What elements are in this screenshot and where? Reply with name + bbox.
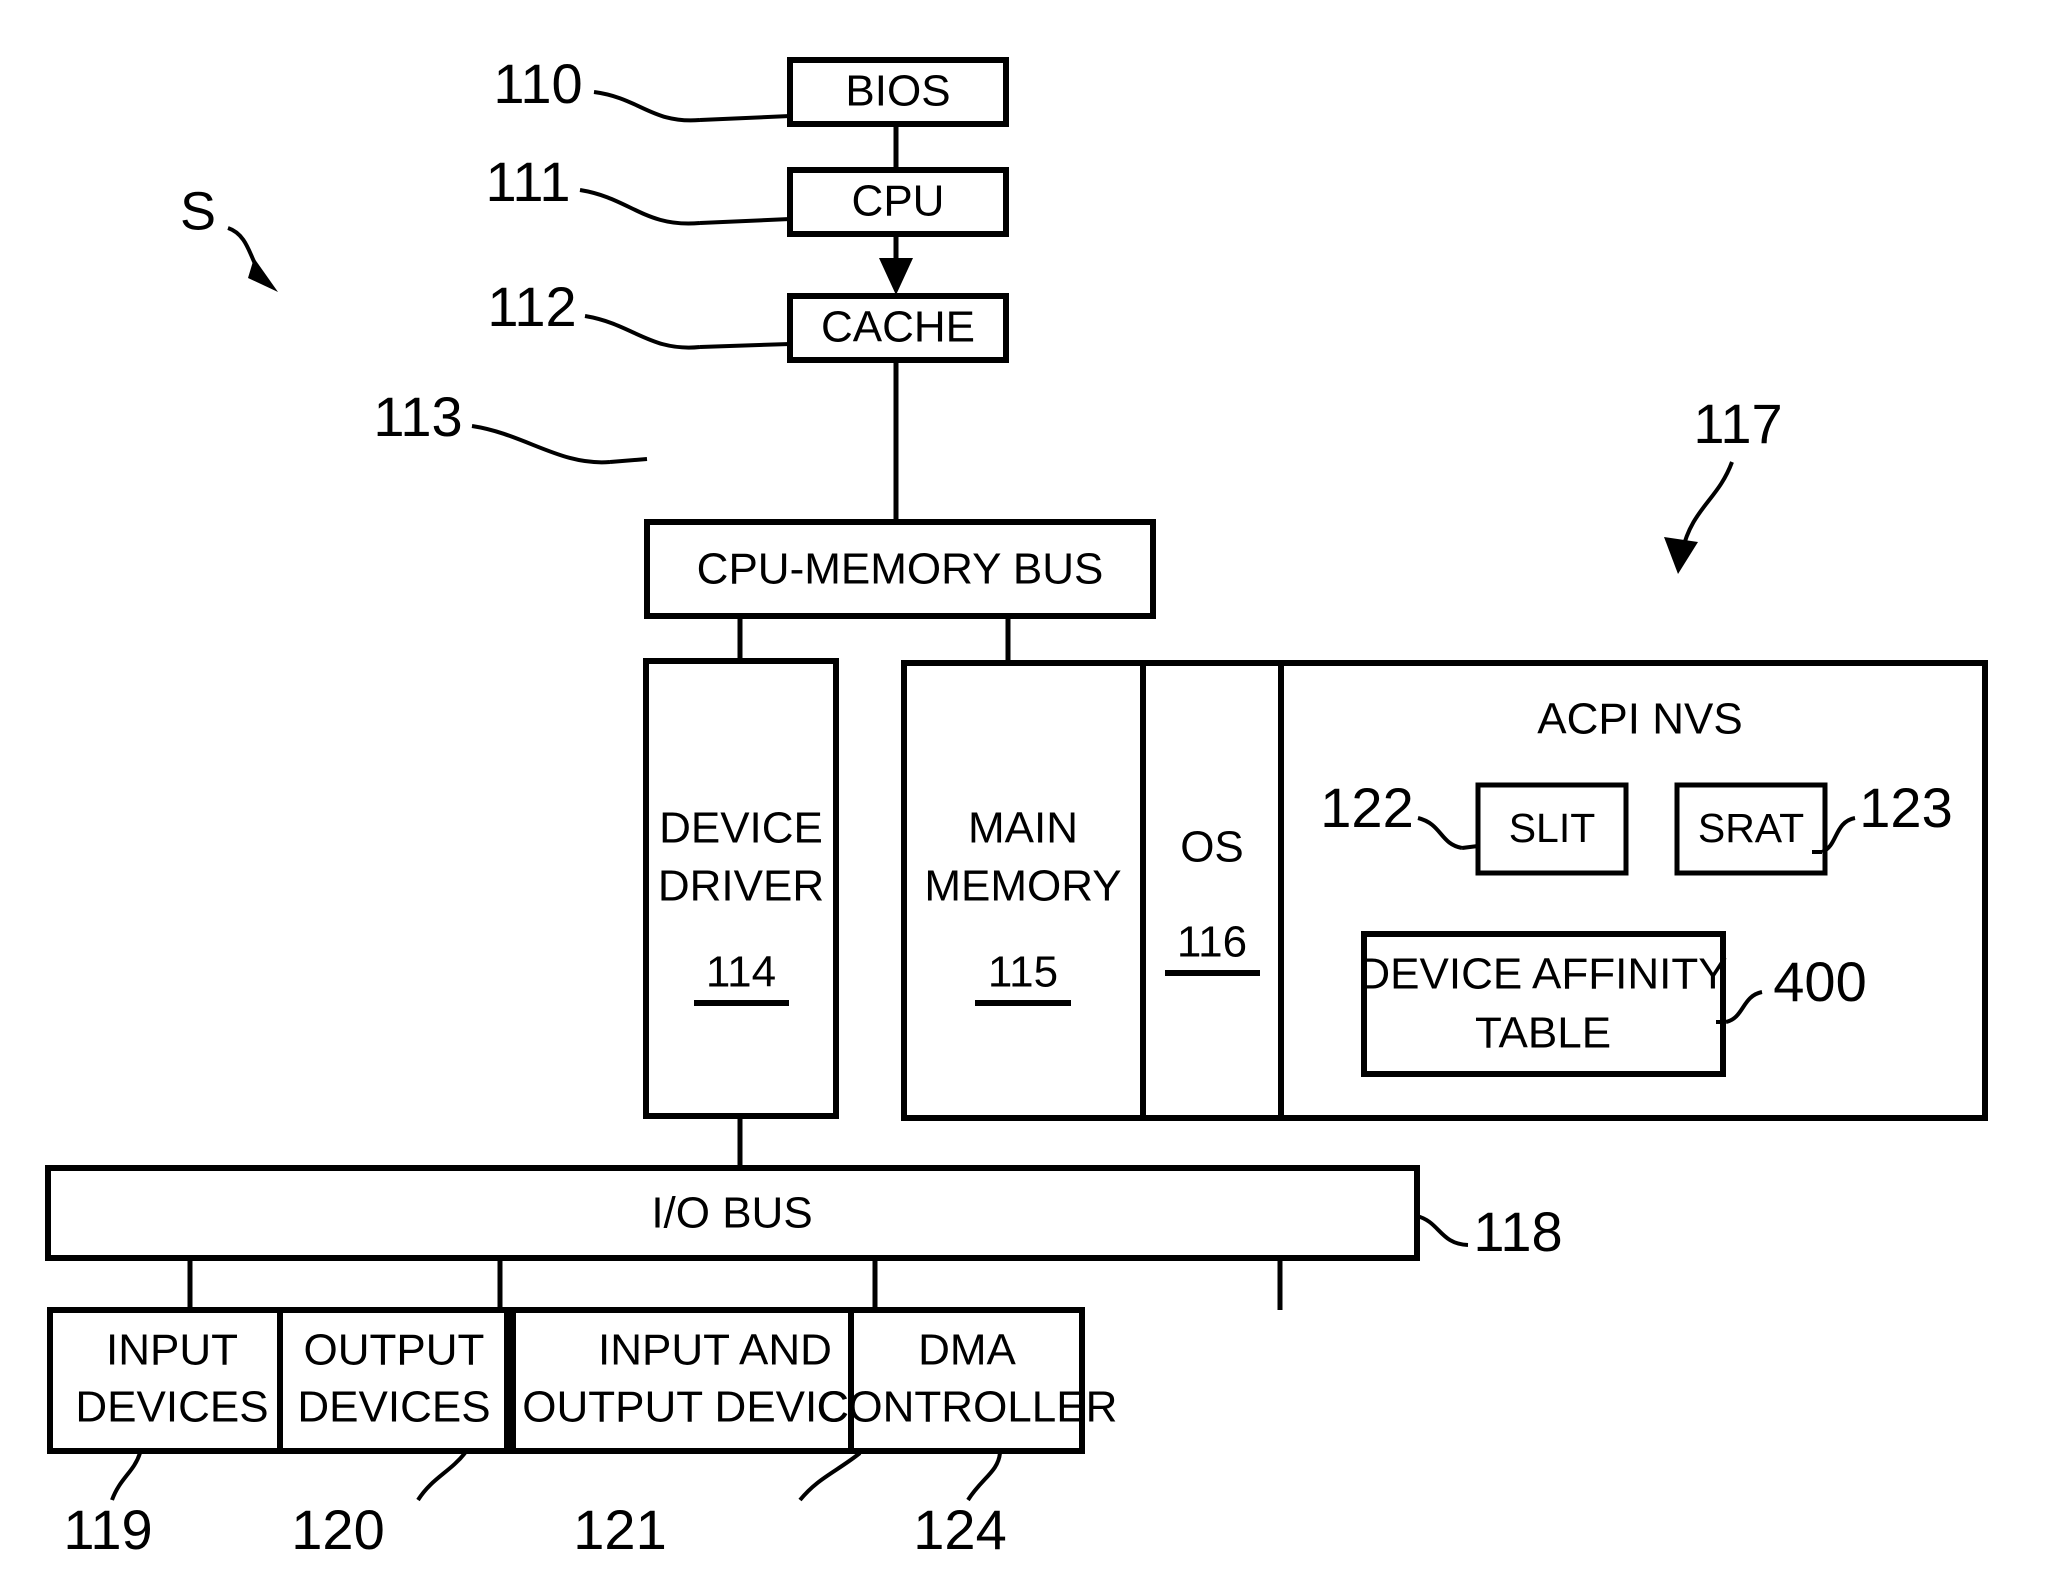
ref-117: 117	[1693, 392, 1782, 455]
leader-118	[1416, 1214, 1469, 1247]
leader-111	[579, 188, 701, 226]
os-ref: 116	[1177, 918, 1247, 967]
io-bus-block[interactable]: I/O BUS	[45, 1165, 1420, 1261]
arrowhead-cpu-to-cache	[879, 258, 913, 295]
leader-121	[798, 1451, 862, 1502]
leader-119	[110, 1452, 142, 1501]
patent-figure-canvas: BIOS CPU CACHE CPU-MEMORY BUS DEVICE DRI…	[0, 0, 2054, 1593]
ref-400: 400	[1773, 950, 1866, 1013]
output-devices-label-line2: DEVICES	[297, 1383, 490, 1432]
leader-111-tick	[699, 217, 791, 225]
device-driver-label-line2: DRIVER	[658, 862, 824, 911]
leader-124	[966, 1452, 1002, 1502]
leader-113	[471, 424, 611, 465]
bottom-devices-group: INPUT DEVICES OUTPUT DEVICES INPUT AND O…	[47, 1307, 1118, 1454]
ref-113: 113	[373, 385, 462, 448]
system-marker-arrowhead	[248, 258, 278, 292]
bios-label: BIOS	[845, 67, 950, 116]
cpu-label: CPU	[852, 177, 945, 226]
device-driver-ref: 114	[706, 948, 776, 997]
main-memory-label-line2: MEMORY	[924, 862, 1121, 911]
main-memory-ref: 115	[988, 948, 1058, 997]
input-devices-label-line1: INPUT	[106, 1326, 238, 1375]
ref-112: 112	[487, 275, 576, 338]
leader-120	[416, 1451, 467, 1502]
main-memory-label-line1: MAIN	[968, 804, 1078, 853]
input-devices-block[interactable]: INPUT DEVICES	[47, 1307, 296, 1454]
slit-label: SLIT	[1509, 805, 1596, 851]
cache-block[interactable]: CACHE	[787, 293, 1009, 363]
ref-124: 124	[913, 1498, 1006, 1561]
bios-block[interactable]: BIOS	[787, 57, 1009, 127]
cpu-block[interactable]: CPU	[787, 167, 1009, 237]
leader-117	[1680, 461, 1734, 553]
leader-110	[593, 90, 701, 123]
output-devices-block[interactable]: OUTPUT DEVICES	[277, 1307, 510, 1454]
leader-112-tick	[699, 342, 791, 349]
ref-121: 121	[573, 1498, 666, 1561]
ref-118: 118	[1473, 1200, 1562, 1263]
ref-111: 111	[485, 150, 570, 213]
input-devices-label-line2: DEVICES	[75, 1383, 268, 1432]
io-bus-label: I/O BUS	[651, 1189, 812, 1238]
ref-110: 110	[493, 52, 582, 115]
ref-119: 119	[63, 1498, 152, 1561]
ref-123: 123	[1859, 776, 1952, 839]
cpu-memory-bus-label: CPU-MEMORY BUS	[697, 545, 1104, 594]
os-box[interactable]	[1140, 660, 1284, 1121]
device-driver-label-line1: DEVICE	[659, 804, 823, 853]
dma-controller-block[interactable]: DMA CONTROLLER	[817, 1307, 1118, 1454]
ref-122: 122	[1320, 776, 1413, 839]
device-driver-block[interactable]: DEVICE DRIVER 114	[643, 658, 839, 1119]
leader-113-tick	[609, 457, 648, 464]
srat-label: SRAT	[1698, 805, 1804, 851]
leader-112	[584, 314, 701, 350]
leader-122-tick	[1461, 844, 1479, 850]
device-affinity-table-label-line2: TABLE	[1475, 1009, 1611, 1058]
ref-120: 120	[291, 1498, 384, 1561]
dma-controller-label-line1: DMA	[918, 1326, 1016, 1375]
device-affinity-table-label-line1: DEVICE AFFINITY	[1358, 950, 1727, 999]
leader-117-arrowhead	[1664, 537, 1698, 574]
system-marker-label: S	[180, 181, 216, 241]
memory-region-block: MAIN MEMORY 115 OS 116 ACPI NVS SLIT SRA…	[901, 660, 1988, 1121]
output-devices-label-line1: OUTPUT	[304, 1326, 485, 1375]
cpu-memory-bus-block[interactable]: CPU-MEMORY BUS	[644, 519, 1156, 619]
system-block-diagram: BIOS CPU CACHE CPU-MEMORY BUS DEVICE DRI…	[45, 52, 1988, 1561]
cache-label: CACHE	[821, 303, 975, 352]
dma-controller-label-line2: CONTROLLER	[817, 1383, 1118, 1432]
input-and-output-devices-label-line1: INPUT AND	[598, 1326, 832, 1375]
leader-110-tick	[699, 114, 791, 122]
acpi-nvs-label: ACPI NVS	[1537, 695, 1742, 744]
os-label: OS	[1180, 823, 1244, 872]
